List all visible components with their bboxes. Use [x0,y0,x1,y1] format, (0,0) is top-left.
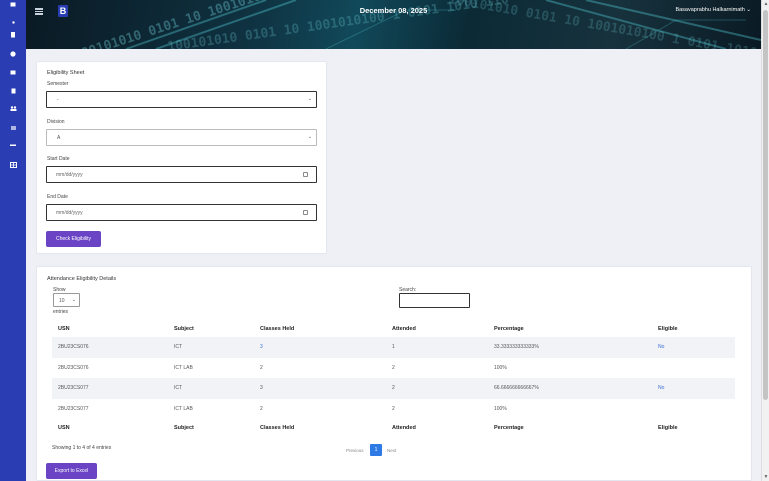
cell-attended: 2 [386,378,488,399]
cell-usn: 2BU23CS076 [58,364,89,371]
cell-percentage: 66.666666666667% [488,378,652,399]
column-header-classes-held[interactable]: Classes Held [254,320,386,337]
cell-percentage: 100% [494,405,507,412]
user-name: Basavaprabhu Halkarnimath [675,7,745,13]
details-title: Attendance Eligibility Details [47,276,117,282]
column-header-attended[interactable]: Attended [386,320,488,337]
footer-classes-held: Classes Held [260,424,295,431]
entries-value: 10 [59,298,65,304]
cell-attended: 2 [392,405,395,412]
division-value: A [57,135,61,141]
pagination-next[interactable]: Next [387,448,396,453]
scroll-down-icon[interactable]: ▼ [763,474,769,480]
entries-label: entries [53,309,69,315]
cell-attended: 1 [386,337,488,358]
division-label: Division [47,119,65,125]
semester-value: - [57,97,59,103]
cell-subject: ICT LAB [174,405,193,412]
column-header-eligible[interactable]: Eligible [652,320,735,337]
cell-usn: 2BU23CS076 [52,337,168,358]
start-date-placeholder: mm/dd/yyyy [56,172,83,178]
users-icon[interactable] [9,105,17,112]
sidebar [0,0,26,481]
column-header-subject[interactable]: Subject [168,320,254,337]
column-header-usn[interactable]: USN [52,320,168,337]
header-banner: 100101010 0101 10 1001010100 1 0101 1010… [26,0,761,49]
clipboard-icon[interactable] [9,31,17,38]
eligibility-form-card: Eligibility Sheet Semester - ⌄ Division … [36,61,327,254]
footer-eligible: Eligible [658,424,678,431]
chevron-down-icon: ⌄ [746,7,751,13]
table-icon[interactable] [9,161,17,168]
chevron-down-icon: ⌄ [307,134,312,140]
cell-eligible [652,358,735,379]
dot-icon[interactable] [9,19,17,26]
cell-eligible: No [652,378,735,399]
eligibility-table: USN Subject Classes Held Attended Percen… [52,320,735,436]
footer-attended: Attended [392,424,416,431]
chevron-down-icon: ⌄ [71,297,76,303]
cell-eligible [652,399,735,420]
table-row: 2BU23CS076 ICT 3 1 33.333333333333% No [52,337,735,358]
document-icon[interactable] [9,87,17,94]
user-menu[interactable]: Basavaprabhu Halkarnimath ⌄ [675,7,751,13]
column-header-percentage[interactable]: Percentage [488,320,652,337]
cell-classes-held: 3 [254,337,386,358]
cell-attended: 2 [392,364,395,371]
end-date-input[interactable]: mm/dd/yyyy [46,204,317,221]
exchange-icon[interactable] [9,124,17,131]
start-date-input[interactable]: mm/dd/yyyy [46,166,317,183]
entries-select[interactable]: 10 ⌄ [53,293,80,307]
entries-info: Showing 1 to 4 of 4 entries [52,445,112,451]
table-footer-row: USN Subject Classes Held Attended Percen… [52,419,735,436]
cell-usn: 2BU23CS077 [52,378,168,399]
table-row: 2BU23CS076 ICT LAB 2 2 100% [52,358,735,379]
cell-usn: 2BU23CS077 [58,405,89,412]
cell-percentage: 33.333333333333% [488,337,652,358]
mail-icon[interactable] [9,69,17,76]
end-date-label: End Date [47,194,68,200]
footer-usn: USN [58,424,70,431]
home-icon[interactable] [9,1,17,8]
cell-percentage: 100% [494,364,507,371]
semester-select[interactable]: - ⌄ [46,91,317,108]
export-excel-button[interactable]: Export to Excel [46,463,97,479]
table-row: 2BU23CS077 ICT LAB 2 2 100% [52,399,735,420]
cell-eligible: No [652,337,735,358]
pagination-previous[interactable]: Previous [346,448,364,453]
minus-icon[interactable] [9,142,17,149]
page-scrollbar[interactable]: ▲ ▼ [761,0,769,481]
start-date-label: Start Date [47,156,70,162]
cell-classes-held: 2 [260,405,263,412]
current-date: December 08, 2025 [359,6,428,15]
chevron-down-icon: ⌄ [307,96,312,102]
search-input[interactable] [399,293,470,308]
scroll-up-icon[interactable]: ▲ [763,1,769,7]
globe-icon[interactable] [9,50,17,57]
division-select[interactable]: A ⌄ [46,129,317,146]
pagination-page-1[interactable]: 1 [370,444,382,456]
scrollbar-thumb[interactable] [763,10,768,400]
cell-classes-held: 2 [260,364,263,371]
footer-subject: Subject [174,424,194,431]
check-eligibility-button[interactable]: Check Eligibility [46,231,101,247]
calendar-icon[interactable] [303,172,308,177]
calendar-icon[interactable] [303,210,308,215]
cell-subject: ICT LAB [174,364,193,371]
semester-label: Semester [47,81,69,87]
end-date-placeholder: mm/dd/yyyy [56,210,83,216]
table-header-row: USN Subject Classes Held Attended Percen… [52,320,735,337]
cell-subject: ICT [168,337,254,358]
table-row: 2BU23CS077 ICT 3 2 66.666666666667% No [52,378,735,399]
cell-subject: ICT [168,378,254,399]
cell-classes-held: 3 [254,378,386,399]
form-title: Eligibility Sheet [47,70,85,76]
footer-percentage: Percentage [494,424,524,431]
